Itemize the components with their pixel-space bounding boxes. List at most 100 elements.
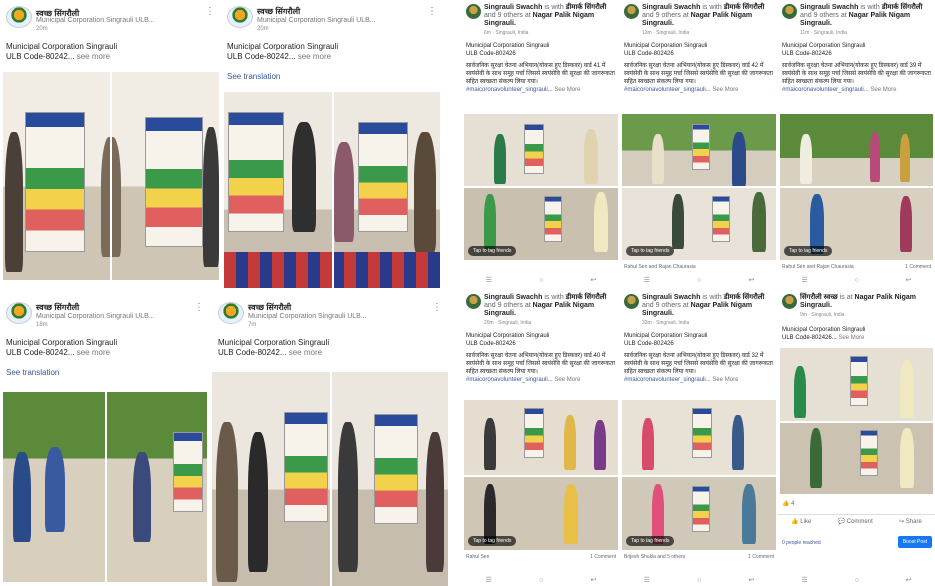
- more-options-icon[interactable]: ⋮: [194, 302, 204, 313]
- post-author[interactable]: Singrauli Swachh is with डीमार्क सिंगरौल…: [642, 294, 772, 318]
- back-icon[interactable]: ↩: [749, 576, 755, 584]
- hindi-caption: सार्वजनिक सुरक्षा चेतना अभियान(योकस हुए …: [782, 63, 931, 85]
- see-translation-link[interactable]: See translation: [0, 364, 210, 381]
- see-more-link[interactable]: see more: [289, 348, 322, 357]
- post-photo[interactable]: [780, 348, 933, 494]
- see-more-link[interactable]: see more: [77, 52, 110, 61]
- post-time: 33m · Singrauli, India: [642, 320, 690, 326]
- home-icon[interactable]: ○: [855, 277, 859, 284]
- post-author[interactable]: Singrauli Swachh is with डीमार्क सिंगरौल…: [642, 4, 772, 28]
- see-more-link[interactable]: See More: [838, 335, 864, 341]
- people-reached[interactable]: 0 people reached: [782, 540, 821, 546]
- reaction-count[interactable]: 👍 4: [782, 500, 795, 507]
- back-icon[interactable]: ↩: [591, 576, 597, 584]
- post-photo[interactable]: [3, 72, 219, 280]
- home-icon[interactable]: ○: [855, 577, 859, 584]
- home-icon[interactable]: ○: [697, 577, 701, 584]
- more-options-icon[interactable]: ⋮: [432, 302, 442, 313]
- post-photo[interactable]: Tap to tag friends: [464, 400, 618, 550]
- tag-friends-button[interactable]: Tap to tag friends: [784, 246, 833, 256]
- left-post-3: स्वच्छ सिंगरौली Municipal Corporation Si…: [0, 296, 210, 586]
- caption-line2: ULB Code-802426: [466, 51, 516, 57]
- more-options-icon[interactable]: ⋮: [205, 6, 215, 17]
- fb-post-4: Singrauli Swachh is with डीमार्क सिंगरौल…: [462, 290, 620, 586]
- hashtag-line[interactable]: #maicoronavolunteer_singrauli... See Mor…: [462, 86, 620, 94]
- caption-line1: Municipal Corporation Singrauli: [218, 338, 330, 347]
- back-icon[interactable]: ↩: [591, 276, 597, 284]
- caption-line1: Municipal Corporation Singrauli: [466, 333, 550, 339]
- reactions-row[interactable]: Rahul Sen and Rajan Chaurasia 1 Comment: [778, 262, 935, 272]
- post-time: 20m · Singrauli, India: [484, 320, 532, 326]
- page-subtitle: Municipal Corporation Singrauli ULB...: [36, 313, 155, 320]
- caption-line1: Municipal Corporation Singrauli: [782, 327, 866, 333]
- tag-friends-button[interactable]: Tap to tag friends: [626, 246, 675, 256]
- page-subtitle: Municipal Corporation Singrauli ULB...: [257, 17, 376, 24]
- recent-apps-icon[interactable]: ☰: [486, 276, 492, 284]
- hashtag-line[interactable]: #maicoronavolunteer_singrauli... See Mor…: [620, 376, 778, 384]
- home-icon[interactable]: ○: [697, 277, 701, 284]
- recent-apps-icon[interactable]: ☰: [801, 576, 807, 584]
- boost-post-button[interactable]: Boost Post: [897, 536, 932, 548]
- hindi-caption: सार्वजनिक सुरक्षा चेतना अभियान(योकस हुए …: [624, 63, 773, 85]
- reactions-row[interactable]: Rahul Sen 1 Comment: [462, 552, 620, 562]
- caption-line2: ULB Code-802426... See More: [782, 335, 865, 341]
- see-more-link[interactable]: see more: [77, 348, 110, 357]
- page-name[interactable]: स्वच्छ सिंगरौली: [36, 302, 79, 313]
- post-photo[interactable]: Tap to tag friends: [622, 114, 776, 260]
- home-icon[interactable]: ○: [539, 577, 543, 584]
- android-nav-bar: ☰ ○ ↩: [462, 574, 620, 586]
- tag-friends-button[interactable]: Tap to tag friends: [626, 536, 675, 546]
- hashtag-line[interactable]: #maicoronavolunteer_singrauli... See Mor…: [778, 86, 935, 94]
- page-logo-icon: [218, 302, 244, 324]
- post-time: 9m · Singrauli, India: [800, 312, 845, 318]
- recent-apps-icon[interactable]: ☰: [486, 576, 492, 584]
- android-nav-bar: ☰ ○ ↩: [620, 574, 778, 586]
- post-header: स्वच्छ सिंगरौली Municipal Corporation Si…: [0, 0, 221, 34]
- post-photo[interactable]: [224, 92, 440, 288]
- page-name[interactable]: स्वच्छ सिंगरौली: [248, 302, 291, 313]
- post-photo[interactable]: Tap to tag friends: [622, 400, 776, 550]
- fb-post-5: Singrauli Swachh is with डीमार्क सिंगरौल…: [620, 290, 778, 586]
- hashtag-line[interactable]: #maicoronavolunteer_singrauli... See Mor…: [620, 86, 778, 94]
- post-author[interactable]: Singrauli Swachh is with डीमार्क सिंगरौल…: [484, 4, 614, 28]
- caption-line1: Municipal Corporation Singrauli: [624, 43, 708, 49]
- see-more-link[interactable]: see more: [298, 52, 331, 61]
- more-options-icon[interactable]: ⋮: [427, 6, 437, 17]
- post-time: 7m: [248, 322, 257, 328]
- post-photo[interactable]: [3, 392, 207, 582]
- tag-friends-button[interactable]: Tap to tag friends: [468, 246, 517, 256]
- page-subtitle: Municipal Corporation Singrauli ULB...: [248, 313, 367, 320]
- post-time: 13m · Singrauli, India: [642, 30, 690, 36]
- post-author[interactable]: Singrauli Swachh is with डीमार्क सिंगरौल…: [484, 294, 614, 318]
- page-logo-icon: [6, 302, 32, 324]
- post-photo[interactable]: [212, 372, 448, 586]
- recent-apps-icon[interactable]: ☰: [644, 276, 650, 284]
- hashtag-line[interactable]: #maicoronavolunteer_singrauli... See Mor…: [462, 376, 620, 384]
- hindi-caption: सार्वजनिक सुरक्षा चेतना अभियान(योकस हुए …: [624, 353, 773, 375]
- recent-apps-icon[interactable]: ☰: [801, 276, 807, 284]
- page-subtitle: Municipal Corporation Singrauli ULB...: [36, 17, 155, 24]
- post-photo[interactable]: Tap to tag friends: [464, 114, 618, 260]
- left-post-2: स्वच्छ सिंगरौली Municipal Corporation Si…: [221, 0, 443, 290]
- see-translation-link[interactable]: See translation: [221, 68, 443, 85]
- reactions-row[interactable]: Brijesh Shukla and 5 others 1 Comment: [620, 552, 778, 562]
- caption-line2: ULB Code-80242... see more: [218, 348, 323, 357]
- like-button[interactable]: 👍 Like: [791, 518, 811, 525]
- fb-post-6: सिंगरौली स्वच्छ is at Nagar Palik Nigam …: [778, 290, 935, 586]
- post-photo[interactable]: Tap to tag friends: [780, 114, 933, 260]
- back-icon[interactable]: ↩: [906, 576, 912, 584]
- tag-friends-button[interactable]: Tap to tag friends: [468, 536, 517, 546]
- share-button[interactable]: ↪ Share: [899, 518, 922, 525]
- reactions-row[interactable]: Rahul Sen and Rajan Chaurasia: [620, 262, 778, 272]
- home-icon[interactable]: ○: [539, 277, 543, 284]
- page-name[interactable]: स्वच्छ सिंगरौली: [257, 6, 300, 17]
- back-icon[interactable]: ↩: [749, 276, 755, 284]
- comment-button[interactable]: 💬 Comment: [838, 518, 873, 525]
- back-icon[interactable]: ↩: [906, 276, 912, 284]
- post-author[interactable]: Singrauli Swachh is with डीमार्क सिंगरौल…: [800, 4, 930, 28]
- post-author[interactable]: सिंगरौली स्वच्छ is at Nagar Palik Nigam …: [800, 294, 930, 310]
- page-logo-icon: [6, 6, 32, 28]
- left-post-4: स्वच्छ सिंगरौली Municipal Corporation Si…: [212, 296, 448, 586]
- post-header: स्वच्छ सिंगरौली Municipal Corporation Si…: [212, 296, 448, 330]
- recent-apps-icon[interactable]: ☰: [644, 576, 650, 584]
